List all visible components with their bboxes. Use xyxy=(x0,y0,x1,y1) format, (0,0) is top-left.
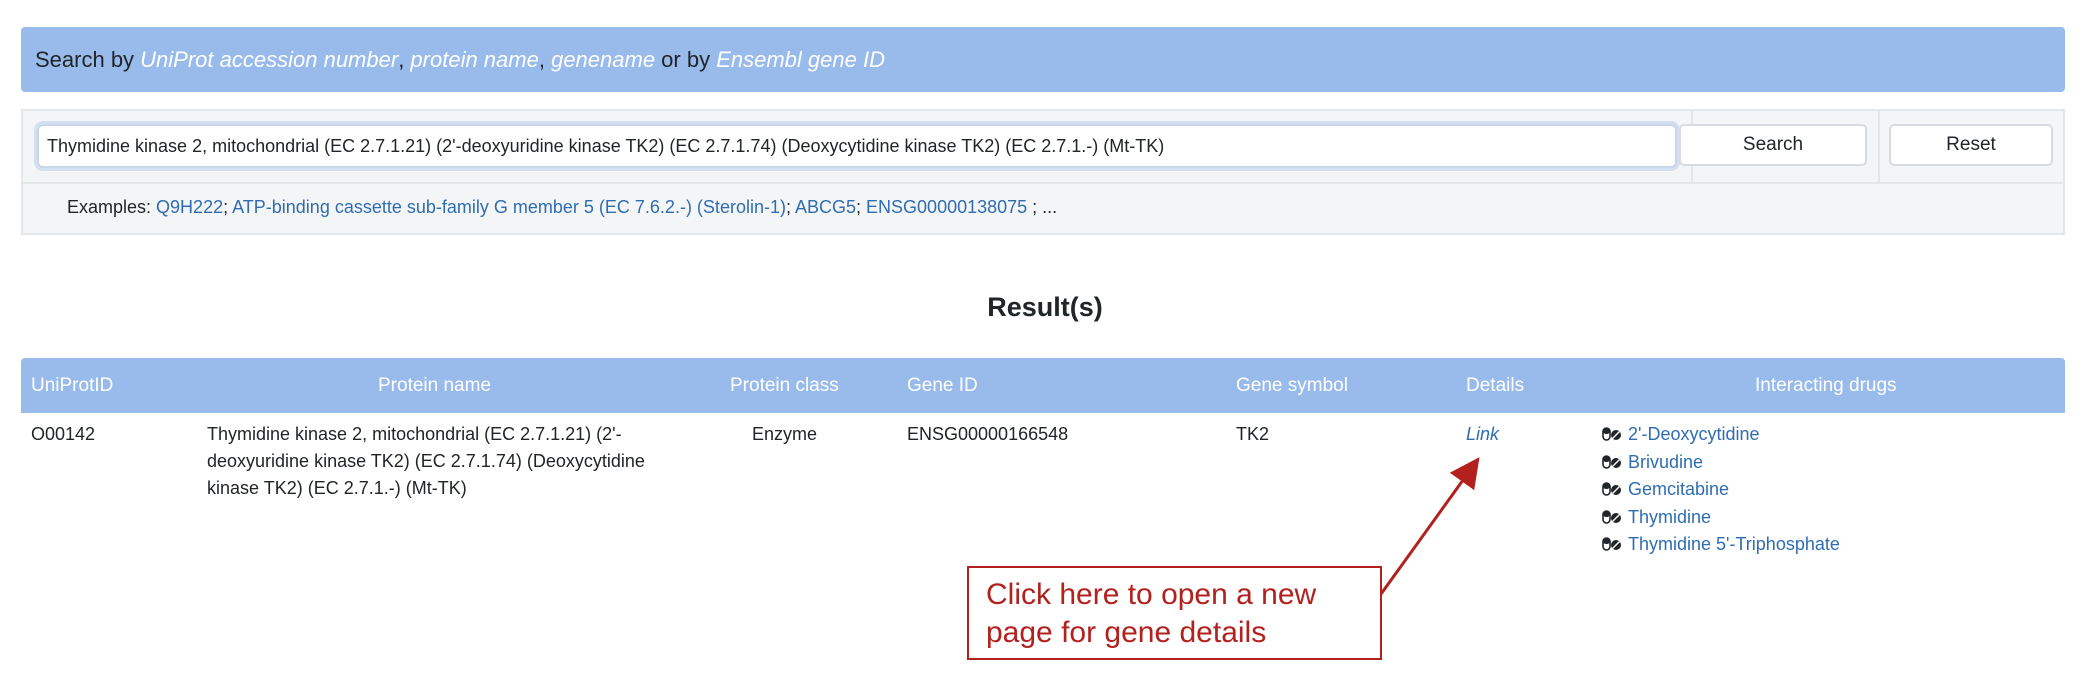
banner-sep: , xyxy=(398,47,411,72)
pills-icon xyxy=(1602,509,1621,524)
column-header-gene-symbol: Gene symbol xyxy=(1236,375,1348,396)
cell-protein-class: Enzyme xyxy=(752,424,818,444)
drug-item: Thymidine 5'-Triphosphate xyxy=(1602,531,1840,559)
drug-item: 2'-Deoxycytidine xyxy=(1602,421,1840,449)
banner-term-genename: genename xyxy=(551,47,656,72)
banner-prefix: Search by xyxy=(35,47,141,72)
drug-item: Gemcitabine xyxy=(1602,476,1840,504)
cell-uniprot-id: O00142 xyxy=(31,424,96,444)
banner-term-protein-name: protein name xyxy=(410,47,539,72)
column-header-interacting-drugs: Interacting drugs xyxy=(1755,375,1897,396)
example-link[interactable]: ATP-binding cassette sub-family G member… xyxy=(232,197,786,217)
cell-gene-id: ENSG00000166548 xyxy=(907,424,1069,444)
reset-button[interactable]: Reset xyxy=(1889,124,2053,166)
results-title: Result(s) xyxy=(987,292,1103,322)
search-input[interactable]: Thymidine kinase 2, mitochondrial (EC 2.… xyxy=(37,124,1677,168)
details-link[interactable]: Link xyxy=(1466,424,1499,444)
pills-icon xyxy=(1602,537,1621,551)
divider xyxy=(1878,111,1880,182)
banner-sep: , xyxy=(538,47,552,72)
results-table-header: UniProtID Protein name Protein class Gen… xyxy=(21,358,2065,413)
interacting-drugs-list: 2'-Deoxycytidine Brivudine Gemcitabine T… xyxy=(1602,421,1840,559)
example-link[interactable]: ENSG00000138075 xyxy=(866,197,1027,217)
drug-link[interactable]: 2'-Deoxycytidine xyxy=(1628,424,1760,444)
search-instructions-banner: Search by UniProt accession number, prot… xyxy=(21,27,2065,92)
column-header-uniprot: UniProtID xyxy=(31,375,114,396)
example-link[interactable]: Q9H222 xyxy=(156,197,223,217)
drug-item: Thymidine xyxy=(1602,504,1840,532)
banner-term-uniprot: UniProt accession number xyxy=(140,47,399,72)
column-header-gene-id: Gene ID xyxy=(907,375,978,396)
drug-item: Brivudine xyxy=(1602,449,1840,477)
banner-mid: or by xyxy=(655,47,717,72)
examples-line: Examples: Q9H222; ATP-binding cassette s… xyxy=(67,197,1058,217)
callout-annotation: Click here to open a new page for gene d… xyxy=(967,566,1382,660)
pills-icon xyxy=(1602,427,1621,441)
drug-link[interactable]: Thymidine xyxy=(1628,507,1711,527)
banner-term-ensembl: Ensembl gene ID xyxy=(716,47,885,72)
cell-details: Link xyxy=(1466,421,1499,448)
search-panel: Thymidine kinase 2, mitochondrial (EC 2.… xyxy=(21,109,2065,235)
search-row: Thymidine kinase 2, mitochondrial (EC 2.… xyxy=(23,111,2063,184)
cell-gene-symbol: TK2 xyxy=(1236,424,1270,444)
example-link[interactable]: ABCG5 xyxy=(795,197,856,217)
column-header-protein-class: Protein class xyxy=(730,375,839,396)
pills-icon xyxy=(1602,482,1621,496)
cell-protein-name: Thymidine kinase 2, mitochondrial (EC 2.… xyxy=(207,424,645,498)
examples-label: Examples: xyxy=(67,197,157,217)
column-header-protein-name: Protein name xyxy=(378,375,492,396)
drug-link[interactable]: Thymidine 5'-Triphosphate xyxy=(1628,534,1840,554)
search-button[interactable]: Search xyxy=(1679,124,1867,166)
pills-icon xyxy=(1602,454,1621,469)
drug-link[interactable]: Gemcitabine xyxy=(1628,479,1729,499)
column-header-details: Details xyxy=(1466,375,1525,396)
drug-link[interactable]: Brivudine xyxy=(1628,452,1703,472)
